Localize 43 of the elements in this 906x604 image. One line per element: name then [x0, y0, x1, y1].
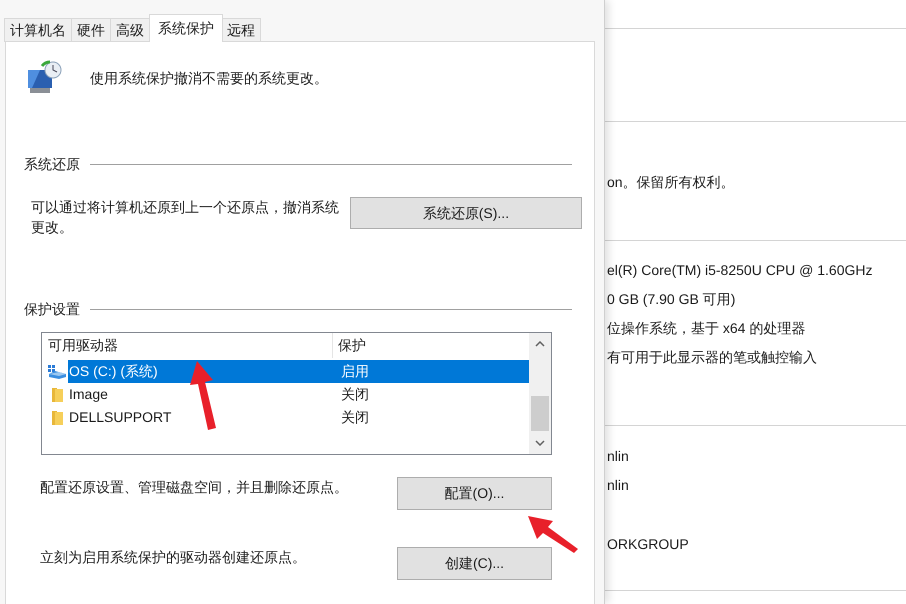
folder-icon [50, 386, 64, 402]
info-text: el(R) Core(TM) i5-8250U CPU @ 1.60GHz [607, 261, 874, 280]
group-title: 保护设置 [24, 300, 80, 319]
drive-row[interactable]: DELLSUPPORT 关闭 [68, 406, 529, 429]
create-description: 立刻为启用系统保护的驱动器创建还原点。 [40, 548, 307, 567]
protection-status: 启用 [340, 362, 369, 381]
tab[interactable]: 高级 [110, 18, 150, 42]
tab[interactable]: 硬件 [71, 18, 111, 42]
configure-description: 配置还原设置、管理磁盘空间，并且删除还原点。 [40, 478, 349, 497]
drive-name: Image [68, 385, 109, 404]
info-text: on。保留所有权利。 [607, 173, 736, 192]
tab[interactable]: 系统保护 [149, 14, 223, 42]
drive-row[interactable]: Image 关闭 [68, 383, 529, 406]
drive-name: OS (C:) (系统) [68, 362, 159, 381]
annotation-arrow [528, 516, 578, 553]
annotation-arrow [190, 361, 216, 430]
drive-icon [47, 364, 67, 380]
protection-status: 关闭 [340, 408, 369, 427]
tab[interactable]: 计算机名 [4, 18, 72, 42]
group-title: 系统还原 [24, 155, 80, 174]
computer-restore-icon [26, 60, 64, 96]
system-restore-button[interactable]: 系统还原(S)... [350, 197, 582, 229]
column-header[interactable]: 可用驱动器 [42, 333, 333, 358]
info-text: nlin [607, 476, 630, 495]
info-text: 有可用于此显示器的笔或触控输入 [607, 348, 818, 367]
info-text: 0 GB (7.90 GB 可用) [607, 290, 736, 309]
scroll-down-icon[interactable] [535, 440, 545, 446]
configure-button[interactable]: 配置(O)... [397, 477, 552, 510]
info-text: nlin [607, 447, 630, 466]
scrollbar-thumb[interactable] [531, 396, 549, 431]
protection-status: 关闭 [340, 385, 369, 404]
scrollbar[interactable] [529, 333, 551, 454]
drive-name: DELLSUPPORT [68, 408, 172, 427]
scroll-up-icon[interactable] [535, 341, 545, 347]
tab[interactable]: 远程 [221, 18, 261, 42]
info-text: 位操作系统，基于 x64 的处理器 [607, 319, 806, 338]
info-text: ORKGROUP [607, 535, 690, 554]
restore-description: 可以通过将计算机还原到上一个还原点，撤消系统更改。 [31, 198, 340, 237]
column-header[interactable]: 保护 [333, 333, 529, 358]
create-button[interactable]: 创建(C)... [397, 547, 552, 580]
folder-icon [50, 410, 64, 426]
description-text: 使用系统保护撤消不需要的系统更改。 [90, 68, 328, 88]
drive-row[interactable]: OS (C:) (系统) 启用 [68, 360, 529, 383]
